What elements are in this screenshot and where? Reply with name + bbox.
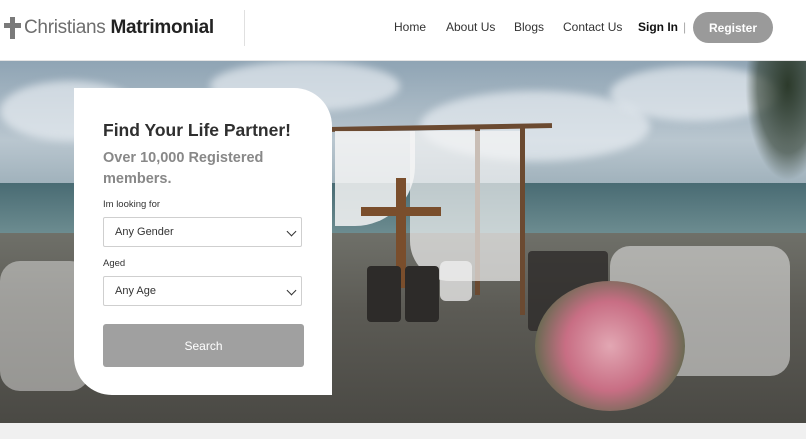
- gender-select-value: Any Gender: [115, 226, 174, 238]
- header-divider: [244, 10, 245, 46]
- logo-text-light: Christians: [24, 17, 106, 38]
- page-bottom-strip: [0, 423, 806, 439]
- nav-home[interactable]: Home: [394, 20, 426, 34]
- chair-image: [367, 266, 401, 322]
- table-image: [440, 261, 472, 301]
- nav-blogs[interactable]: Blogs: [514, 20, 544, 34]
- age-select-value: Any Age: [115, 285, 156, 297]
- site-logo[interactable]: Christians Matrimonial: [4, 14, 214, 42]
- chevron-down-icon: [286, 226, 297, 237]
- search-card: Find Your Life Partner! Over 10,000 Regi…: [74, 88, 332, 395]
- cross-image: [361, 207, 441, 216]
- tree-image: [745, 61, 806, 181]
- nav-separator: |: [683, 20, 687, 34]
- site-header: Christians Matrimonial Home About Us Blo…: [0, 0, 806, 61]
- flower-bouquet-image: [535, 281, 685, 411]
- logo-text-bold: Matrimonial: [110, 17, 214, 38]
- chevron-down-icon: [286, 285, 297, 296]
- gender-label: Im looking for: [103, 199, 161, 210]
- arch-post: [520, 125, 525, 315]
- sign-in-link[interactable]: Sign In: [638, 20, 678, 34]
- age-label: Aged: [103, 258, 126, 269]
- nav-contact-us[interactable]: Contact Us: [563, 20, 622, 34]
- nav-about-us[interactable]: About Us: [446, 20, 495, 34]
- register-button[interactable]: Register: [693, 12, 773, 43]
- drape-image: [410, 131, 520, 281]
- card-title: Find Your Life Partner!: [103, 120, 291, 140]
- cross-logo-icon: [4, 17, 22, 39]
- search-button[interactable]: Search: [103, 324, 304, 367]
- gender-select[interactable]: Any Gender: [103, 217, 302, 247]
- chair-image: [405, 266, 439, 322]
- age-select[interactable]: Any Age: [103, 276, 302, 306]
- card-subtitle: Over 10,000 Registered members.: [103, 150, 264, 187]
